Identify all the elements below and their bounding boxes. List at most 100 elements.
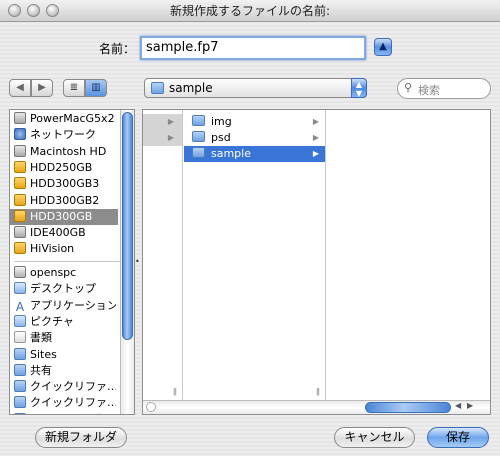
folder-list-item[interactable]: img ▶ (184, 114, 325, 130)
column-view-button[interactable]: ▥ (85, 79, 107, 97)
scroll-left-arrow-icon[interactable]: ◀ (455, 401, 461, 410)
sidebar-item-label: openspc (30, 266, 77, 279)
sidebar-item-label: HDD300GB3 (30, 177, 100, 191)
folder-icon (192, 147, 205, 158)
sidebar-item[interactable]: HDD250GB (14, 160, 116, 176)
column-browser: ▶ ▶ ǁ ǁ img ▶ psd ▶ sample ▶ ◀ ▶ (142, 109, 491, 415)
sidebar-item[interactable]: HTMLタグ辞典… (14, 412, 116, 414)
sidebar-item-label: PowerMacG5x2 (30, 112, 115, 125)
hdd-icon (14, 177, 26, 190)
scroll-track-cap (146, 402, 156, 412)
disclosure-arrow-icon: ▶ (167, 117, 174, 126)
sidebar-item-label: IDE400GB (30, 226, 86, 240)
sidebar-item-label: 書類 (30, 331, 52, 345)
minimize-window-button[interactable] (27, 4, 40, 17)
sidebar-item[interactable]: ネットワーク (14, 127, 116, 143)
back-button[interactable]: ◀ (9, 79, 31, 97)
browser-scroll-thumb[interactable] (365, 402, 451, 413)
sidebar-item[interactable]: Macintosh HD (14, 144, 116, 160)
sidebar-item-label: HDD300GB2 (30, 193, 100, 207)
column-1-item[interactable]: ▶ (143, 130, 182, 146)
hdd-icon (14, 193, 26, 206)
folder-icon (151, 82, 164, 94)
sidebar-item[interactable]: openspc (14, 265, 116, 281)
sidebar-item-label: クイックリファ… (30, 396, 116, 410)
column-resize-icon[interactable]: ǁ (173, 387, 177, 396)
name-label: 名前： (99, 42, 136, 56)
forward-button[interactable]: ▶ (31, 79, 53, 97)
disclosure-arrow-icon: ▶ (312, 149, 319, 158)
applications-icon: A (15, 299, 25, 314)
close-window-button[interactable] (8, 4, 21, 17)
sidebar-item-label: HiVision (30, 242, 75, 256)
sidebar-item[interactable]: ピクチャ (14, 314, 116, 330)
window-title: 新規作成するファイルの名前: (169, 4, 331, 18)
triangle-up-icon: ▲ (379, 41, 387, 52)
popup-arrows-icon: ▲ ▼ (351, 78, 367, 98)
sidebar-item[interactable]: HDD300GB (10, 208, 118, 225)
sidebar-item[interactable]: クイックリファ… (14, 395, 116, 411)
desktop-icon (14, 282, 26, 295)
folder-list-item[interactable]: psd ▶ (184, 130, 325, 146)
hdd-icon (14, 242, 26, 255)
split-handle[interactable]: • (135, 109, 142, 415)
folder-icon (192, 131, 205, 142)
sidebar-item-label: HDD300GB (30, 209, 93, 223)
list-view-button[interactable]: ≣ (63, 79, 85, 97)
expand-dialog-button[interactable]: ▲ (374, 38, 392, 56)
zoom-window-button[interactable] (46, 4, 59, 17)
hdd-icon (14, 160, 26, 173)
disclosure-arrow-icon: ▶ (312, 117, 319, 126)
folder-icon (14, 396, 26, 409)
browser-hscrollbar[interactable]: ◀ ▶ (143, 400, 490, 414)
sidebar-item[interactable]: IDE400GB (14, 225, 116, 241)
sidebar-item[interactable]: Sites (14, 347, 116, 363)
sidebar-divider (14, 261, 120, 262)
sidebar-item-label: ネットワーク (30, 128, 96, 142)
network-icon (14, 128, 26, 141)
column-resize-icon[interactable]: ǁ (316, 387, 320, 396)
home-icon (14, 266, 26, 278)
folder-list-item[interactable]: sample ▶ (184, 146, 325, 162)
column-1-item[interactable]: ▶ (143, 114, 182, 130)
documents-icon (14, 331, 26, 344)
sidebar-item[interactable]: 書類 (14, 330, 116, 346)
magnifier-icon: ⚲ (404, 81, 413, 94)
sidebar-item[interactable]: デスクトップ (14, 281, 116, 297)
sidebar-item[interactable]: PowerMacG5x2 (14, 111, 116, 127)
sidebar-item-label: Macintosh HD (30, 144, 107, 158)
disclosure-arrow-icon: ▶ (167, 133, 174, 142)
new-folder-button[interactable]: 新規フォルダ (35, 427, 127, 448)
title-bar: 新規作成するファイルの名前: (0, 0, 500, 22)
sidebar-item[interactable]: HiVision (14, 241, 116, 257)
sidebar-item-label: デスクトップ (30, 282, 96, 296)
sidebar-item-label: クイックリファ… (30, 380, 116, 394)
folder-icon (14, 363, 26, 376)
scroll-right-arrow-icon[interactable]: ▶ (467, 401, 473, 410)
sidebar-scrollbar[interactable] (120, 110, 134, 414)
sidebar-item[interactable]: 共有 (14, 363, 116, 379)
sidebar-item-label: HTMLタグ辞典… (30, 413, 116, 414)
sidebar-item[interactable]: HDD300GB2 (14, 193, 116, 209)
browser-column-2: ǁ img ▶ psd ▶ sample ▶ (184, 110, 326, 400)
location-popup[interactable]: sample ▲ ▼ (144, 78, 367, 98)
sidebar-item-label: 共有 (30, 363, 52, 377)
sidebar-item[interactable]: A アプリケーション (14, 298, 116, 314)
sidebar-item-label: アプリケーション (30, 298, 116, 312)
sidebar-item[interactable]: クイックリファ… (14, 379, 116, 395)
filename-input[interactable]: sample.fp7 (140, 36, 366, 60)
search-field[interactable]: ⚲ 検索 (397, 78, 491, 99)
computer-icon (14, 112, 26, 124)
hdd-icon (14, 209, 26, 222)
folder-label: img (211, 115, 232, 128)
disclosure-arrow-icon: ▶ (312, 133, 319, 142)
folder-label: sample (211, 147, 251, 160)
folder-icon (14, 347, 26, 360)
search-placeholder: 検索 (418, 84, 440, 97)
pictures-icon (14, 314, 26, 327)
cancel-button[interactable]: キャンセル (334, 427, 415, 448)
location-label: sample (169, 81, 213, 95)
sidebar-scroll-thumb[interactable] (122, 112, 133, 340)
sidebar-item[interactable]: HDD300GB3 (14, 176, 116, 192)
save-button[interactable]: 保存 (427, 427, 489, 448)
